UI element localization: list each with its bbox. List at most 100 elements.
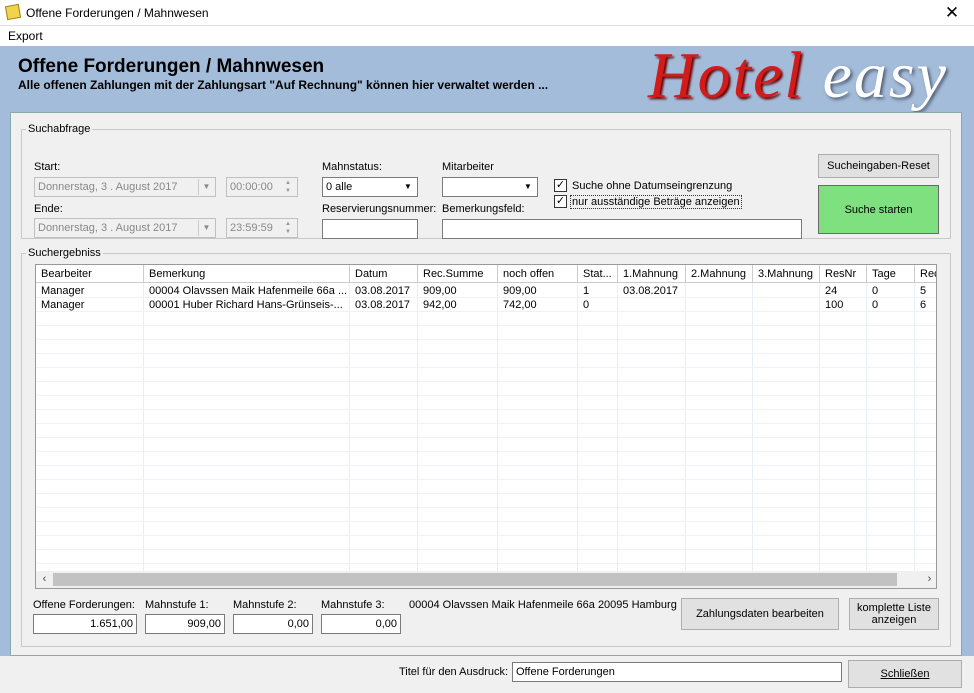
start-date-picker[interactable]: Donnerstag, 3 . August 2017 ▼ <box>34 177 216 197</box>
checkbox-ausstaendig[interactable]: ✓ <box>554 195 567 208</box>
cell-resnr: 24 <box>820 284 867 298</box>
scroll-right-icon[interactable]: › <box>921 571 936 588</box>
grid-row-line <box>36 451 936 452</box>
cell-resnr: 100 <box>820 298 867 312</box>
cell-mahnung-2 <box>686 284 753 298</box>
cell-noch-offen: 909,00 <box>498 284 578 298</box>
grid-row-line <box>36 535 936 536</box>
end-date-picker[interactable]: Donnerstag, 3 . August 2017 ▼ <box>34 218 216 238</box>
cell-rec: 6 <box>915 298 936 312</box>
cell-mahnung-1: 03.08.2017 <box>618 284 686 298</box>
grid-header: Bearbeiter Bemerkung Datum Rec.Summe noch of… <box>36 265 936 283</box>
mitarbeiter-select[interactable]: ▼ <box>442 177 538 197</box>
column-header-bemerkung[interactable]: Bemerkung <box>144 265 350 283</box>
column-header-mahnung-3[interactable]: 3.Mahnung <box>753 265 820 283</box>
column-header-resnr[interactable]: ResNr <box>820 265 867 283</box>
cell-mahnung-2 <box>686 298 753 312</box>
checkbox-ohne-datum-label[interactable]: Suche ohne Datumseingrenzung <box>572 180 732 192</box>
logo-easy: easy <box>822 39 948 112</box>
checkbox-ausstaendig-label[interactable]: nur ausständige Beträge anzeigen <box>570 195 742 209</box>
edit-payment-button[interactable]: Zahlungsdaten bearbeiten <box>681 598 839 630</box>
cell-tage: 0 <box>867 298 915 312</box>
mahn1-label: Mahnstufe 1: <box>145 599 209 611</box>
title-bar: Offene Forderungen / Mahnwesen ✕ <box>0 0 974 26</box>
main-panel: Suchabfrage Start: Donnerstag, 3 . Augus… <box>10 112 962 656</box>
footer-bar: Titel für den Ausdruck: Offene Forderung… <box>0 656 974 693</box>
reset-button[interactable]: Sucheingaben-Reset <box>818 154 939 178</box>
close-window-button[interactable]: ✕ <box>930 0 974 26</box>
grid-row-line <box>36 549 936 550</box>
column-header-noch-offen[interactable]: noch offen <box>498 265 578 283</box>
mahn1-value: 909,00 <box>145 614 225 634</box>
grid-column-line <box>349 283 350 571</box>
grid-column-line <box>417 283 418 571</box>
grid-column-line <box>497 283 498 571</box>
end-time-value: 23:59:59 <box>230 222 273 234</box>
menu-export[interactable]: Export <box>8 29 43 43</box>
mahnstatus-select[interactable]: 0 alle ▼ <box>322 177 418 197</box>
grid-row-line <box>36 353 936 354</box>
grid-row-line <box>36 367 936 368</box>
cell-status: 1 <box>578 284 618 298</box>
column-header-mahnung-1[interactable]: 1.Mahnung <box>618 265 686 283</box>
mahn3-label: Mahnstufe 3: <box>321 599 385 611</box>
cell-rec-summe: 909,00 <box>418 284 498 298</box>
grid-row-line <box>36 325 936 326</box>
chevron-down-icon: ▼ <box>198 220 214 236</box>
close-button[interactable]: Schließen <box>848 660 962 688</box>
cell-bearbeiter: Manager <box>36 284 144 298</box>
column-header-datum[interactable]: Datum <box>350 265 418 283</box>
print-title-input[interactable]: Offene Forderungen <box>512 662 842 682</box>
selected-record-info: 00004 Olavssen Maik Hafenmeile 66a 20095… <box>409 599 677 611</box>
scroll-left-icon[interactable]: ‹ <box>36 571 53 588</box>
column-header-rec[interactable]: Rec <box>915 265 936 283</box>
start-time-field[interactable]: 00:00:00 ▲ ▼ <box>226 177 298 197</box>
grid-row-line <box>36 521 936 522</box>
end-time-field[interactable]: 23:59:59 ▲ ▼ <box>226 218 298 238</box>
chevron-down-icon: ▼ <box>198 179 214 195</box>
results-grid[interactable]: Bearbeiter Bemerkung Datum Rec.Summe noch of… <box>35 264 937 589</box>
bemerkung-label: Bemerkungsfeld: <box>442 203 525 215</box>
search-button[interactable]: Suche starten <box>818 185 939 234</box>
spinner-icon: ▲ ▼ <box>285 180 291 194</box>
column-header-mahnung-2[interactable]: 2.Mahnung <box>686 265 753 283</box>
cell-mahnung-1 <box>618 298 686 312</box>
cell-bearbeiter: Manager <box>36 298 144 312</box>
grid-row-line <box>36 381 936 382</box>
grid-column-line <box>685 283 686 571</box>
mahn3-value: 0,00 <box>321 614 401 634</box>
table-row[interactable]: Manager 00001 Huber Richard Hans-Grünseis… <box>36 298 936 312</box>
grid-row-line <box>36 311 936 312</box>
offene-label: Offene Forderungen: <box>33 599 135 611</box>
column-header-rec-summe[interactable]: Rec.Summe <box>418 265 498 283</box>
grid-column-line <box>914 283 915 571</box>
page-subtitle: Alle offenen Zahlungen mit der Zahlungsa… <box>18 78 549 92</box>
horizontal-scrollbar[interactable]: ‹ › <box>36 571 936 588</box>
logo-hotel: Hotel <box>648 39 805 112</box>
scrollbar-thumb[interactable] <box>53 573 897 586</box>
mitarbeiter-label: Mitarbeiter <box>442 161 494 173</box>
column-header-tage[interactable]: Tage <box>867 265 915 283</box>
cell-rec-summe: 942,00 <box>418 298 498 312</box>
window-title: Offene Forderungen / Mahnwesen <box>26 6 209 20</box>
full-list-button[interactable]: komplette Liste anzeigen <box>849 598 939 630</box>
table-row[interactable]: Manager 00004 Olavssen Maik Hafenmeile 66… <box>36 284 936 298</box>
grid-column-line <box>866 283 867 571</box>
grid-row-line <box>36 563 936 564</box>
grid-column-line <box>143 283 144 571</box>
app-icon <box>4 3 22 21</box>
mahn2-value: 0,00 <box>233 614 313 634</box>
grid-row-line <box>36 465 936 466</box>
page-title: Offene Forderungen / Mahnwesen <box>18 56 325 77</box>
checkbox-ohne-datum[interactable]: ✓ <box>554 179 567 192</box>
bemerkung-input[interactable] <box>442 219 802 239</box>
column-header-bearbeiter[interactable]: Bearbeiter <box>36 265 144 283</box>
hotel-easy-logo: Hotel easy <box>648 38 948 114</box>
cell-bemerkung: 00001 Huber Richard Hans-Grünseis-... <box>144 298 350 312</box>
column-header-status[interactable]: Stat... <box>578 265 618 283</box>
cell-mahnung-3 <box>753 298 820 312</box>
offene-value: 1.651,00 <box>33 614 137 634</box>
reservierung-input[interactable] <box>322 219 418 239</box>
print-title-label: Titel für den Ausdruck: <box>399 666 509 678</box>
cell-mahnung-3 <box>753 284 820 298</box>
